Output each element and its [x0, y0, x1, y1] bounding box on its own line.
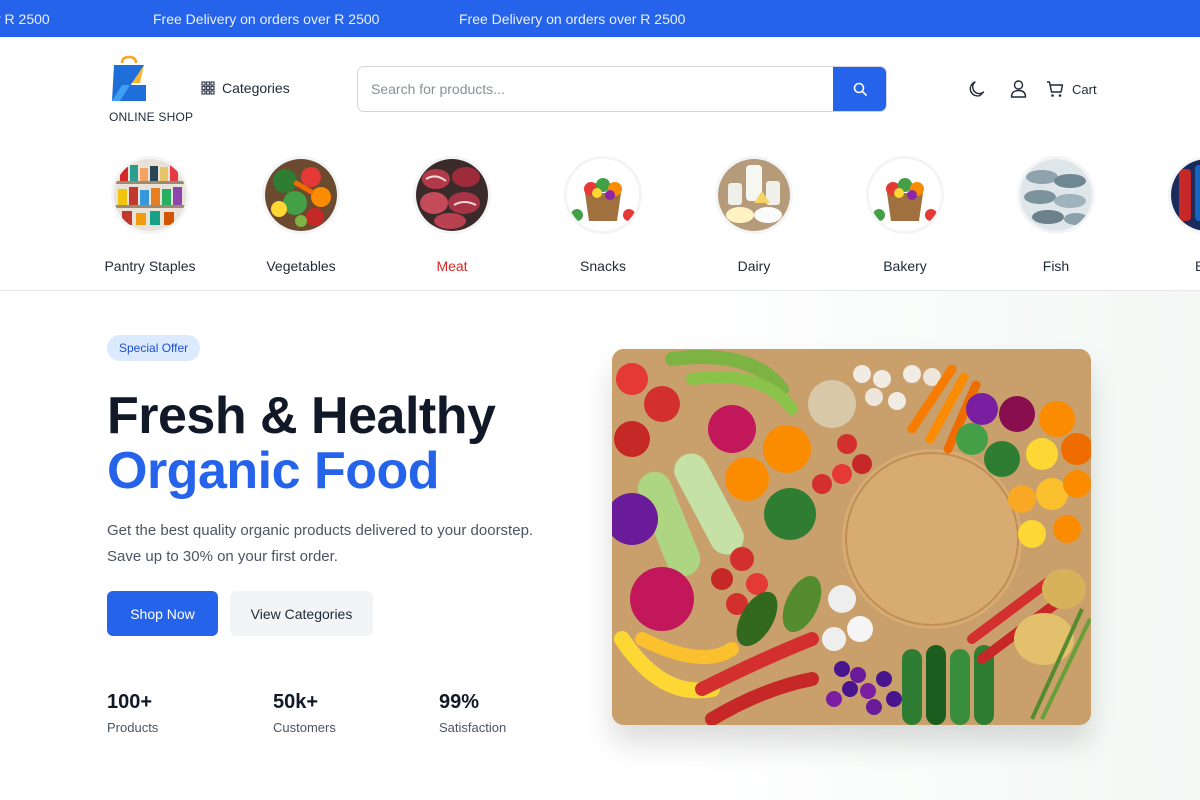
view-categories-button[interactable]: View Categories [230, 591, 373, 636]
category-label: Bev [1152, 258, 1200, 274]
grid-icon [201, 81, 215, 95]
shop-now-button[interactable]: Shop Now [107, 591, 218, 636]
dark-mode-toggle[interactable] [968, 80, 986, 98]
category-label: Bakery [883, 258, 927, 274]
stat-label: Products [107, 720, 159, 735]
stat-label: Customers [273, 720, 336, 735]
moon-icon [969, 81, 985, 97]
category-snacks[interactable]: Snacks [548, 159, 658, 274]
logo[interactable]: ONLINE SHOP [108, 55, 193, 125]
stat-label: Satisfaction [439, 720, 507, 735]
category-beverages[interactable]: Bev [1152, 159, 1200, 274]
hero-title-line2: Organic Food [107, 442, 440, 500]
search-button[interactable] [833, 67, 886, 111]
search-bar [357, 66, 887, 112]
hero-title-line1: Fresh & Healthy [107, 387, 496, 445]
user-icon [1010, 80, 1027, 98]
category-label: Vegetables [266, 258, 336, 274]
dairy-image [718, 159, 790, 231]
category-bakery[interactable]: Bakery [850, 159, 960, 274]
categories-button[interactable]: Categories [201, 80, 290, 96]
category-label: Meat [436, 258, 468, 274]
logo-text: ONLINE SHOP [109, 110, 194, 124]
pantry-staples-image [114, 159, 186, 231]
category-meat[interactable]: Meat [397, 159, 507, 274]
special-offer-badge: Special Offer [107, 335, 201, 361]
promo-message: Free Delivery on orders over R 2500 [459, 11, 686, 27]
cart-button[interactable]: Cart [1046, 80, 1097, 98]
beverages-image [1171, 159, 1200, 231]
categories-label: Categories [222, 80, 290, 96]
site-header: ONLINE SHOP Categories Search for produc… [0, 37, 1200, 141]
bakery-image [869, 159, 941, 231]
category-label: Snacks [580, 258, 626, 274]
hero-vegetables-image [612, 349, 1091, 725]
promo-message: r R 2500 [0, 11, 50, 27]
search-icon [853, 82, 867, 96]
category-strip: Pantry Staples Vegetables Meat Snacks Da… [0, 141, 1200, 291]
cart-icon [1047, 81, 1064, 97]
search-input[interactable] [358, 67, 834, 111]
cart-label: Cart [1072, 81, 1097, 97]
category-pantry-staples[interactable]: Pantry Staples [95, 159, 205, 274]
promo-bar: r R 2500 Free Delivery on orders over R … [0, 0, 1200, 37]
category-dairy[interactable]: Dairy [699, 159, 809, 274]
stat-value: 100+ [107, 691, 153, 713]
hero-section: Special Offer Fresh & Healthy Organic Fo… [0, 291, 1200, 800]
category-vegetables[interactable]: Vegetables [246, 159, 356, 274]
category-label: Fish [1042, 258, 1070, 274]
promo-message: Free Delivery on orders over R 2500 [153, 11, 380, 27]
category-fish[interactable]: Fish [1001, 159, 1111, 274]
category-label: Pantry Staples [104, 258, 196, 274]
stat-satisfaction: 99% Satisfaction [439, 691, 506, 735]
meat-image [416, 159, 488, 231]
shopping-bag-logo-icon [112, 55, 146, 101]
stat-customers: 50k+ Customers [273, 691, 336, 735]
vegetables-image [265, 159, 337, 231]
snacks-image [567, 159, 639, 231]
category-label: Dairy [737, 258, 771, 274]
stat-value: 99% [439, 691, 480, 713]
fish-image [1020, 159, 1092, 231]
stat-value: 50k+ [273, 691, 319, 713]
hero-description: Get the best quality organic products de… [107, 522, 534, 565]
stat-products: 100+ Products [107, 691, 158, 735]
account-button[interactable] [1010, 80, 1027, 98]
